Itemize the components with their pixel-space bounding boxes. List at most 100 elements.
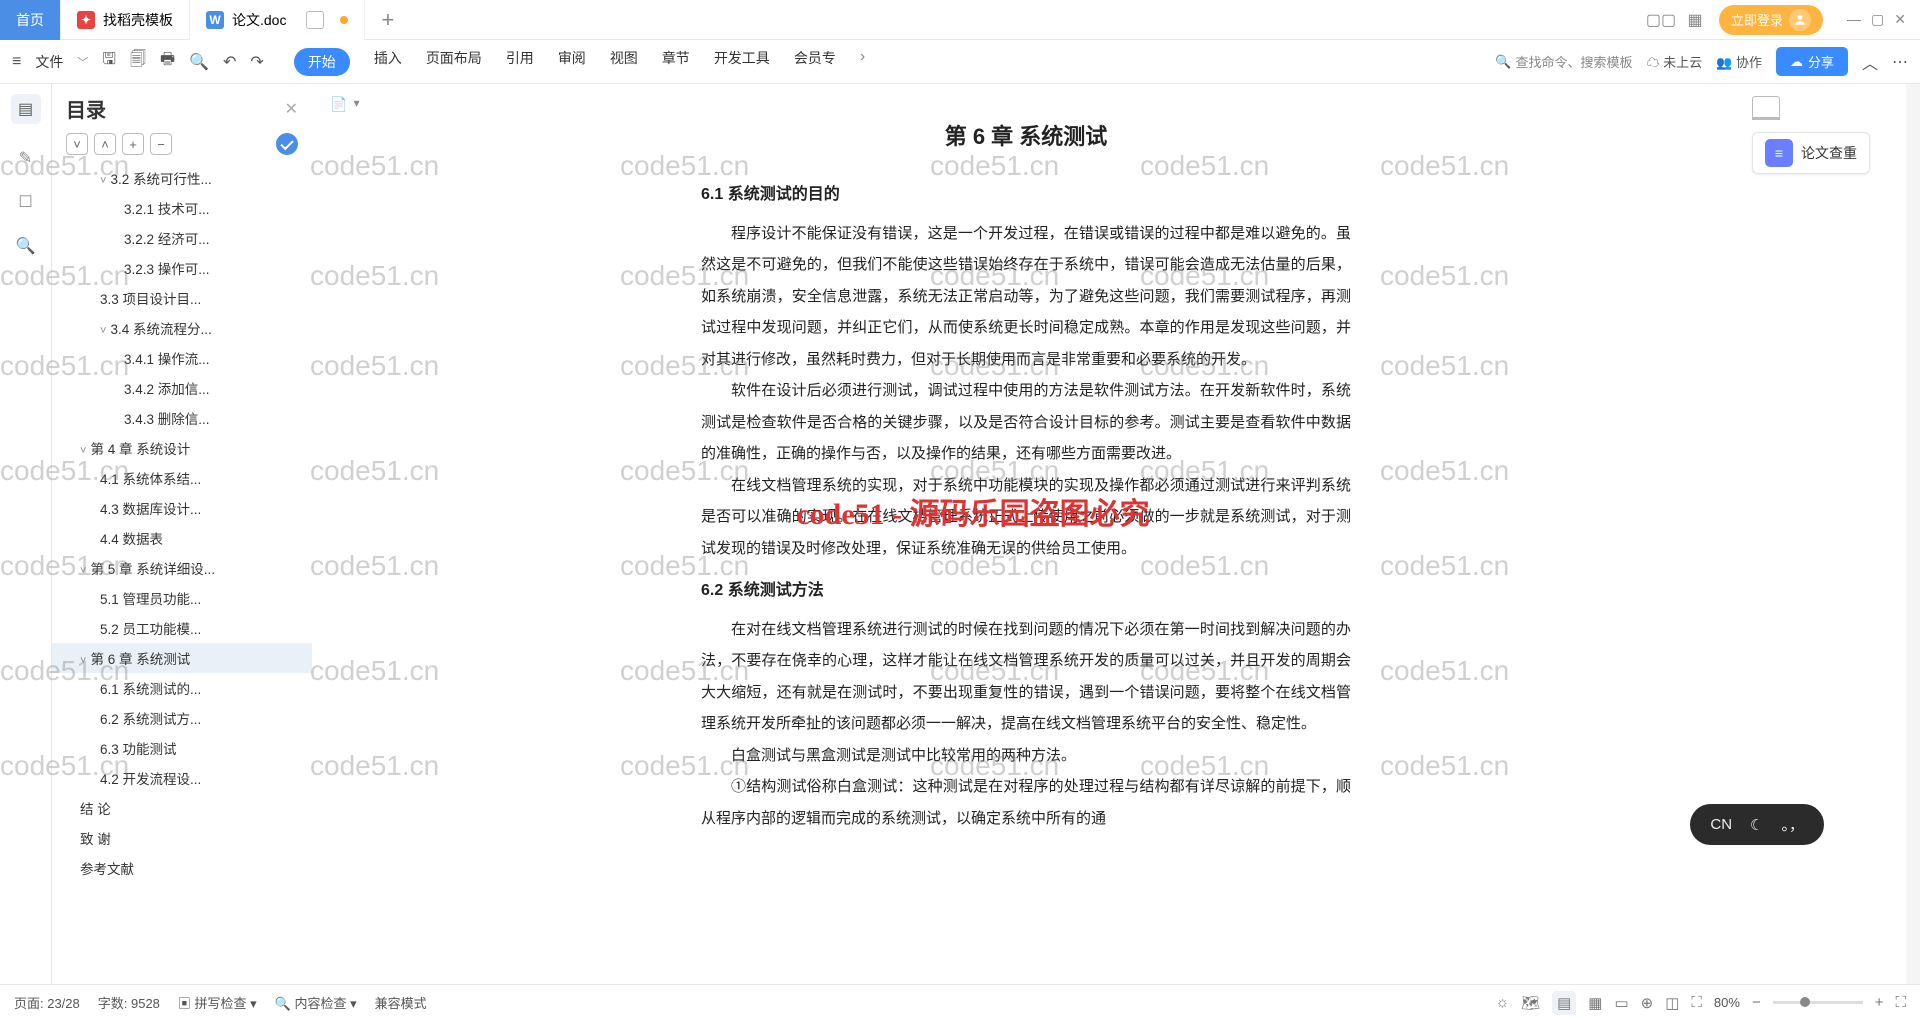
close-button[interactable]: ✕: [1894, 11, 1906, 28]
outline-item[interactable]: 参考文献: [52, 853, 312, 883]
zoom-value[interactable]: 80%: [1714, 995, 1740, 1010]
collapse-right-icon[interactable]: [1752, 96, 1780, 120]
bookmark-rail-icon[interactable]: ☐: [18, 192, 32, 212]
collapse-all-icon[interactable]: ˅: [66, 133, 88, 155]
brightness-icon[interactable]: ☼: [1495, 994, 1509, 1011]
login-button[interactable]: 立即登录: [1719, 5, 1823, 35]
saveas-icon[interactable]: 🗐: [130, 48, 146, 75]
apps-icon[interactable]: ▦: [1685, 10, 1705, 30]
sync-toggle-icon[interactable]: [276, 133, 298, 155]
status-compat[interactable]: 兼容模式: [375, 993, 427, 1012]
document-page[interactable]: 第 6 章 系统测试 6.1 系统测试的目的 程序设计不能保证没有错误，这是一个…: [661, 84, 1391, 984]
ribbon-tab-section[interactable]: 章节: [662, 48, 690, 76]
map-icon[interactable]: 🗺: [1521, 994, 1540, 1012]
cloud-status[interactable]: ☁ 未上云: [1646, 52, 1702, 71]
tab-label: 论文.doc: [232, 10, 286, 30]
ribbon-left: ≡ 文件 ﹀ 🖫 🗐 🖶 🔍 ↶ ↷: [12, 48, 264, 75]
outline-item-label: 致 谢: [80, 832, 111, 847]
page-dropdown-icon[interactable]: ▾: [353, 96, 359, 113]
menu-icon[interactable]: ≡: [12, 53, 21, 71]
outline-item-label: 3.4.2 添加信...: [124, 382, 210, 397]
outline-item[interactable]: 3.2.1 技术可...: [52, 193, 312, 223]
tab-home[interactable]: 首页: [0, 0, 61, 40]
outline-item[interactable]: 4.2 开发流程设...: [52, 763, 312, 793]
ribbon-tab-references[interactable]: 引用: [506, 48, 534, 76]
coop-button[interactable]: 👥 协作: [1716, 52, 1762, 71]
status-words[interactable]: 字数: 9528: [98, 993, 160, 1012]
ime-indicator[interactable]: CN ☾ 。，: [1690, 804, 1824, 845]
outline-item[interactable]: ˅第 5 章 系统详细设...: [52, 553, 312, 583]
more-icon[interactable]: ⋯: [1892, 52, 1908, 72]
undo-icon[interactable]: ↶: [223, 52, 236, 72]
outline-rail-icon[interactable]: ▤: [11, 94, 41, 124]
collapse-ribbon-icon[interactable]: ︿: [1862, 50, 1878, 74]
outline-item[interactable]: 6.2 系统测试方...: [52, 703, 312, 733]
page-icon[interactable]: 📄: [330, 96, 347, 113]
zoom-in-icon[interactable]: +: [1875, 994, 1884, 1011]
zoom-out-icon[interactable]: −: [1752, 994, 1761, 1011]
add-item-icon[interactable]: +: [122, 133, 144, 155]
ribbon-tab-insert[interactable]: 插入: [374, 48, 402, 76]
zoom-slider[interactable]: [1773, 1001, 1863, 1004]
ribbon-tab-start[interactable]: 开始: [294, 48, 350, 76]
zoom-fit-icon[interactable]: ⛶: [1691, 994, 1702, 1011]
expand-all-icon[interactable]: ˄: [94, 133, 116, 155]
share-button[interactable]: ☁分享: [1776, 47, 1848, 76]
minimize-button[interactable]: —: [1847, 11, 1861, 28]
ribbon-tab-devtools[interactable]: 开发工具: [714, 48, 770, 76]
search-icon: 🔍: [1495, 54, 1511, 70]
search-rail-icon[interactable]: 🔍: [16, 236, 36, 256]
tab-template[interactable]: ✦ 找稻壳模板: [61, 0, 190, 40]
view-web-icon[interactable]: ⊕: [1641, 994, 1654, 1012]
outline-item[interactable]: 5.2 员工功能模...: [52, 613, 312, 643]
ribbon-tab-pagelayout[interactable]: 页面布局: [426, 48, 482, 76]
print-preview-icon[interactable]: 🔍: [189, 52, 209, 72]
save-icon[interactable]: 🖫: [102, 48, 116, 75]
view-page-icon[interactable]: ▤: [1552, 991, 1576, 1015]
file-menu-chevron[interactable]: ﹀: [77, 54, 88, 70]
outline-item[interactable]: 4.3 数据库设计...: [52, 493, 312, 523]
outline-item[interactable]: 6.1 系统测试的...: [52, 673, 312, 703]
remove-item-icon[interactable]: −: [150, 133, 172, 155]
clip-rail-icon[interactable]: ✎: [19, 148, 32, 168]
column-icon[interactable]: ◫: [1665, 994, 1679, 1012]
status-spellcheck[interactable]: ▣ 拼写检查 ▾: [178, 993, 257, 1012]
outline-item[interactable]: ˅第 4 章 系统设计: [52, 433, 312, 463]
outline-item[interactable]: 4.4 数据表: [52, 523, 312, 553]
outline-item[interactable]: 致 谢: [52, 823, 312, 853]
outline-item[interactable]: 3.4.3 删除信...: [52, 403, 312, 433]
paper-check-button[interactable]: ≡ 论文查重: [1752, 132, 1870, 174]
outline-item[interactable]: ˅3.4 系统流程分...: [52, 313, 312, 343]
outline-item[interactable]: 结 论: [52, 793, 312, 823]
status-page[interactable]: 页面: 23/28: [14, 993, 80, 1012]
outline-item[interactable]: ˅第 6 章 系统测试: [52, 643, 312, 673]
status-contentcheck[interactable]: 🔍 内容检查 ▾: [275, 993, 357, 1012]
file-menu[interactable]: 文件: [35, 52, 63, 72]
command-search[interactable]: 🔍 查找命令、搜索模板: [1495, 52, 1632, 71]
ribbon-tab-review[interactable]: 审阅: [558, 48, 586, 76]
vertical-scrollbar[interactable]: [1906, 84, 1920, 984]
redo-icon[interactable]: ↷: [250, 52, 263, 72]
ribbon-tab-member[interactable]: 会员专: [794, 48, 836, 76]
tab-document[interactable]: W 论文.doc: [190, 0, 365, 40]
outline-item[interactable]: 3.2.2 经济可...: [52, 223, 312, 253]
print-icon[interactable]: 🖶: [160, 48, 175, 75]
view-outline-icon[interactable]: ▦: [1588, 994, 1602, 1012]
close-panel-icon[interactable]: ✕: [285, 99, 298, 119]
new-tab-button[interactable]: +: [365, 7, 410, 33]
view-read-icon[interactable]: ▭: [1614, 994, 1628, 1012]
outline-item[interactable]: 3.2.3 操作可...: [52, 253, 312, 283]
outline-item[interactable]: 3.4.1 操作流...: [52, 343, 312, 373]
outline-item[interactable]: 3.4.2 添加信...: [52, 373, 312, 403]
layout-icon[interactable]: ▢▢: [1651, 10, 1671, 30]
ribbon-tab-view[interactable]: 视图: [610, 48, 638, 76]
ribbon-overflow-icon[interactable]: ›: [860, 48, 865, 76]
outline-item[interactable]: 4.1 系统体系结...: [52, 463, 312, 493]
window-preview-icon[interactable]: [306, 11, 324, 29]
outline-item[interactable]: 5.1 管理员功能...: [52, 583, 312, 613]
outline-item[interactable]: 6.3 功能测试: [52, 733, 312, 763]
outline-item[interactable]: ˅3.2 系统可行性...: [52, 163, 312, 193]
fullscreen-icon[interactable]: ⛶: [1895, 994, 1906, 1011]
maximize-button[interactable]: ▢: [1871, 11, 1884, 28]
outline-item[interactable]: 3.3 项目设计目...: [52, 283, 312, 313]
